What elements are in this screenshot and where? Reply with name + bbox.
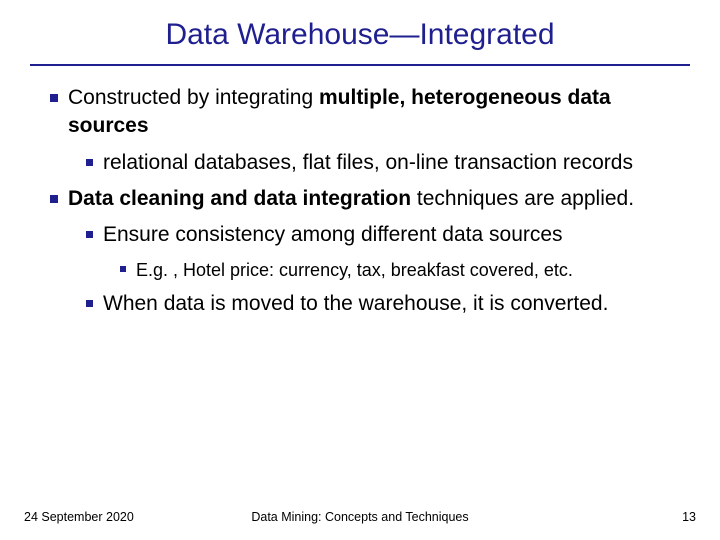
square-bullet-icon [50, 195, 58, 203]
square-bullet-icon [50, 94, 58, 102]
square-bullet-icon [86, 231, 93, 238]
square-bullet-icon [120, 266, 126, 272]
text-run: Constructed by integrating [68, 86, 319, 109]
bullet-level3: E.g. , Hotel price: currency, tax, break… [120, 258, 680, 282]
text-bold: Data cleaning and data integration [68, 187, 411, 210]
square-bullet-icon [86, 300, 93, 307]
bullet-level2: When data is moved to the warehouse, it … [86, 290, 680, 318]
bullet-text: Constructed by integrating multiple, het… [68, 84, 680, 141]
bullet-text: Data cleaning and data integration techn… [68, 185, 680, 213]
slide: { "title": "Data Warehouse—Integrated", … [0, 0, 720, 540]
slide-content: Constructed by integrating multiple, het… [0, 80, 720, 318]
text-run: techniques are applied. [411, 187, 634, 210]
slide-title: Data Warehouse—Integrated [0, 0, 720, 64]
bullet-text: relational databases, flat files, on-lin… [103, 149, 680, 177]
footer-page-number: 13 [682, 510, 696, 524]
bullet-text: E.g. , Hotel price: currency, tax, break… [136, 258, 680, 282]
bullet-level2: relational databases, flat files, on-lin… [86, 149, 680, 177]
title-rule [30, 64, 690, 66]
bullet-level1: Data cleaning and data integration techn… [50, 185, 680, 213]
bullet-text: Ensure consistency among different data … [103, 221, 680, 249]
square-bullet-icon [86, 159, 93, 166]
bullet-level1: Constructed by integrating multiple, het… [50, 84, 680, 141]
bullet-level2: Ensure consistency among different data … [86, 221, 680, 249]
footer-title: Data Mining: Concepts and Techniques [0, 510, 720, 524]
bullet-text: When data is moved to the warehouse, it … [103, 290, 680, 318]
